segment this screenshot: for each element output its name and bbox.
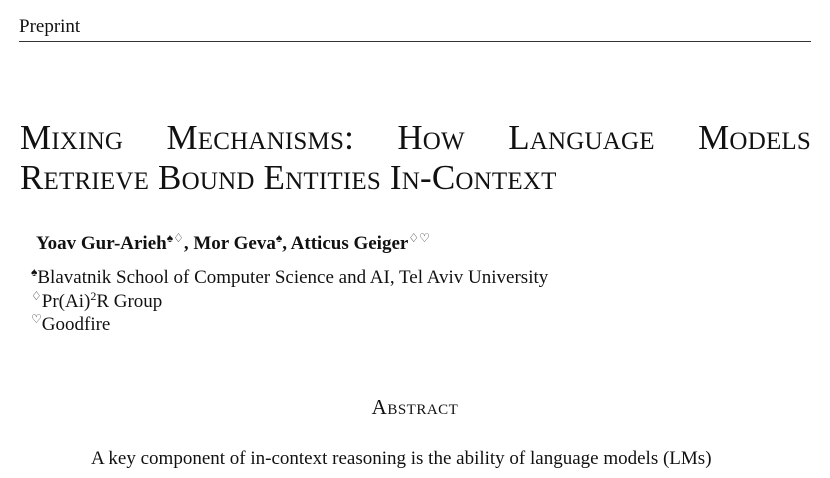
author-affiliation-marks: ♢♡: [408, 231, 430, 245]
affiliation: ♠Blavatnik School of Computer Science an…: [31, 266, 548, 290]
affiliation-text: Goodfire: [41, 314, 111, 335]
affiliation: ♡Goodfire: [31, 313, 548, 337]
author-list: Yoav Gur-Arieh♠♢, Mor Geva♠, Atticus Gei…: [36, 232, 430, 256]
author-affiliation-marks: ♠♢: [166, 231, 184, 245]
author-separator: ,: [282, 233, 291, 254]
author-name: Yoav Gur-Arieh: [36, 233, 167, 254]
author: Mor Geva♠: [193, 232, 282, 254]
affiliation-mark: ♡: [31, 312, 42, 326]
author: Yoav Gur-Arieh♠♢: [36, 231, 184, 254]
abstract-first-line: A key component of in-context reasoning …: [91, 448, 712, 469]
abstract-body: A key component of in-context reasoning …: [91, 447, 739, 471]
affiliation-text: Blavatnik School of Computer Science and…: [37, 267, 549, 288]
affiliation-list: ♠Blavatnik School of Computer Science an…: [31, 266, 548, 337]
affiliation: ♢Pr(Ai)2R Group: [31, 290, 548, 314]
author: Atticus Geiger♢♡: [290, 231, 430, 254]
paper-title: Mixing Mechanisms: How Language Models R…: [20, 118, 811, 198]
title-line-2: Retrieve Bound Entities In-Context: [20, 158, 557, 197]
author-name: Atticus Geiger: [290, 233, 409, 254]
author-separator: ,: [183, 233, 194, 254]
affiliation-text: Pr(Ai): [41, 290, 91, 312]
affiliation-mark: ♢: [31, 288, 42, 303]
affiliation-text: R Group: [96, 290, 163, 312]
author-name: Mor Geva: [193, 233, 276, 254]
title-line-1: Mixing Mechanisms: How Language Models: [20, 118, 811, 157]
page-header-label: Preprint: [19, 16, 81, 37]
header-rule: [19, 41, 811, 42]
abstract-heading: Abstract: [371, 395, 459, 419]
